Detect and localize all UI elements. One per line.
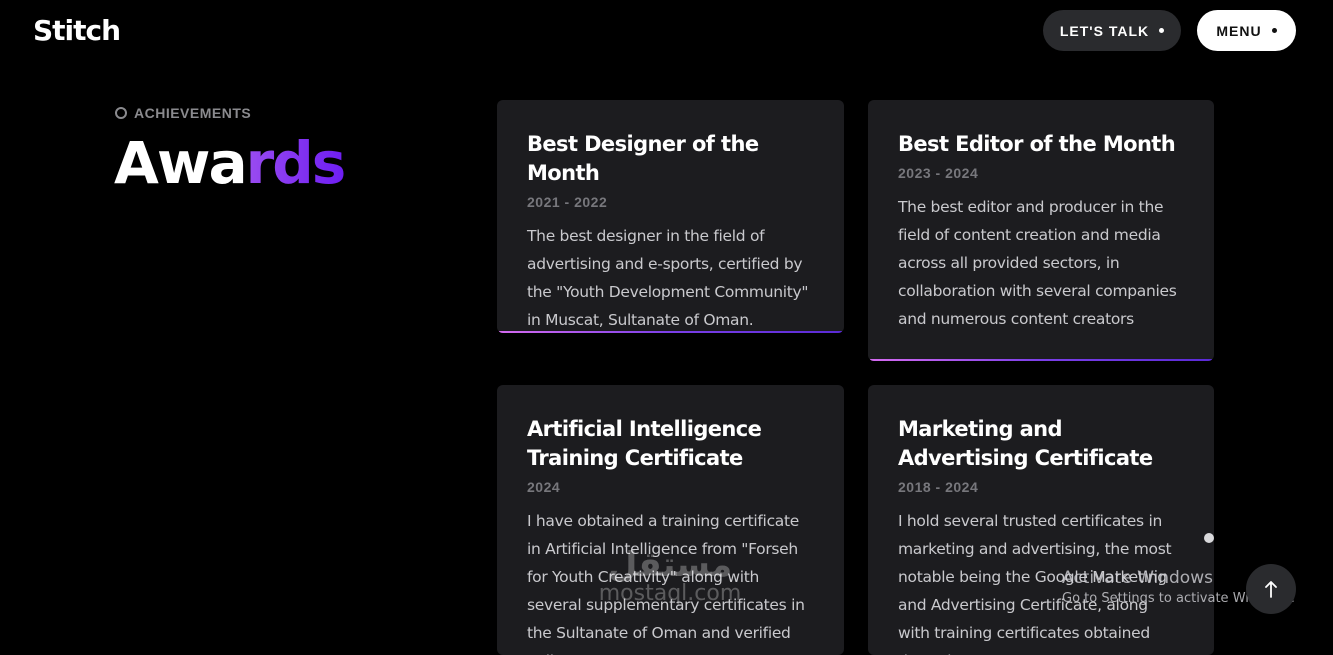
section-eyebrow: ACHIEVEMENTS [115, 105, 251, 121]
award-description: The best editor and producer in the fiel… [898, 198, 1177, 328]
mostaql-watermark: مستقل mostaql.com [585, 548, 755, 606]
award-years: 2023 - 2024 [898, 165, 979, 181]
award-card: Best Editor of the Month 2023 - 2024 The… [868, 100, 1214, 361]
arrow-up-icon [1265, 581, 1277, 598]
dot-icon [1159, 28, 1165, 33]
site-logo[interactable]: Stitch [33, 14, 121, 47]
dot-icon [1271, 28, 1277, 33]
page-title-highlight: rds [245, 129, 347, 197]
award-title: Best Editor of the Month [898, 132, 1176, 156]
card-accent-line [870, 359, 1212, 361]
watermark-arabic: مستقل [607, 545, 733, 585]
lets-talk-button[interactable]: LET'S TALK [1043, 10, 1181, 51]
watermark-latin: mostaql.com [598, 581, 742, 606]
award-card: Artificial Intelligence Training Certifi… [497, 385, 844, 655]
page-title-main: Awa [114, 129, 248, 197]
menu-label: MENU [1216, 22, 1262, 39]
award-card: Best Designer of the Month 2021 - 2022 T… [497, 100, 844, 333]
award-title: Best Designer of the Month [527, 132, 759, 185]
award-card: Marketing and Advertising Certificate 20… [868, 385, 1214, 655]
award-title: Marketing and Advertising Certificate [898, 417, 1153, 470]
award-description: The best designer in the field of advert… [527, 227, 809, 329]
eyebrow-label: ACHIEVEMENTS [134, 105, 252, 121]
circle-outline-icon [115, 107, 127, 119]
award-years: 2018 - 2024 [898, 479, 979, 495]
card-accent-line [499, 331, 842, 333]
scroll-to-top-button[interactable] [1246, 564, 1296, 614]
menu-button[interactable]: MENU [1197, 10, 1296, 51]
award-years: 2024 [527, 479, 561, 495]
award-years: 2021 - 2022 [527, 194, 608, 210]
scroll-indicator-dot [1204, 533, 1214, 543]
page-title: Awards [114, 128, 347, 198]
award-title: Artificial Intelligence Training Certifi… [527, 417, 762, 470]
lets-talk-label: LET'S TALK [1059, 22, 1150, 39]
